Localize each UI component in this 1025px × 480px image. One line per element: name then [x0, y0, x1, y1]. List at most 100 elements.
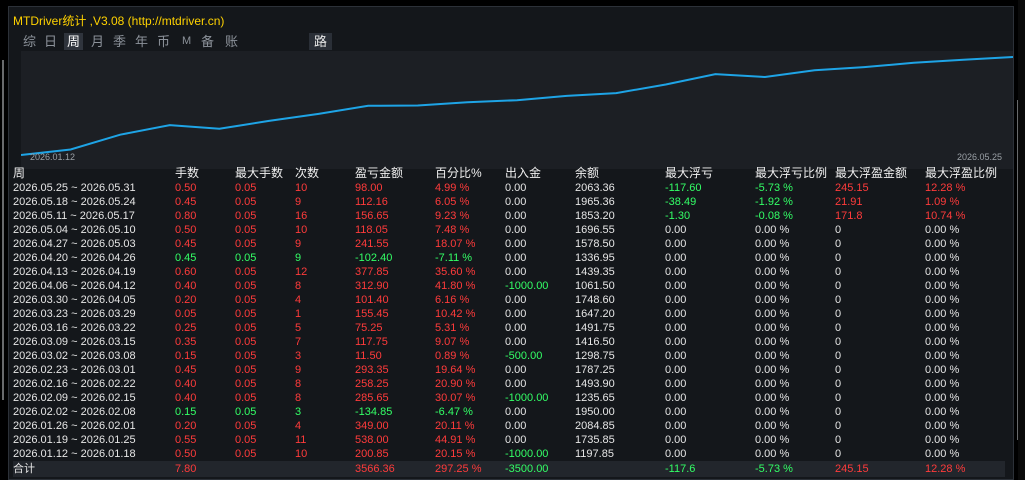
- table-row[interactable]: 2026.03.16 ~ 2026.03.22 0.25 0.05 5 75.25 5.3…: [13, 321, 1005, 335]
- table-cell: 293.35: [355, 364, 389, 376]
- tab-currency[interactable]: 币: [157, 33, 170, 50]
- table-cell: 0.00: [505, 308, 527, 320]
- table-row[interactable]: 2026.02.02 ~ 2026.02.08 0.15 0.05 3 -134.85 -…: [13, 405, 1005, 419]
- table-cell: 0.00 %: [755, 364, 790, 376]
- column-header[interactable]: 百分比%: [435, 164, 505, 181]
- table-cell: 101.40: [355, 294, 389, 306]
- column-header[interactable]: 余额: [575, 164, 665, 181]
- table-row[interactable]: 2026.04.20 ~ 2026.04.26 0.45 0.05 9 -102.40 -…: [13, 251, 1005, 265]
- table-row[interactable]: 2026.01.19 ~ 2026.01.25 0.55 0.05 11 538.00 4…: [13, 433, 1005, 447]
- table-row[interactable]: 2026.03.02 ~ 2026.03.08 0.15 0.05 3 11.50 0.8…: [13, 349, 1005, 363]
- total-cell: 245.15: [835, 461, 925, 477]
- table-cell: 2026.03.02 ~ 2026.03.08: [13, 350, 136, 362]
- table-cell: 0.00 %: [755, 322, 790, 334]
- table-cell: 0.05: [235, 182, 257, 194]
- tab-quarter[interactable]: 季: [113, 33, 126, 50]
- total-cell: 12.28 %: [925, 461, 1005, 477]
- table-cell: 11: [295, 434, 307, 446]
- table-cell: 0.00 %: [755, 448, 790, 460]
- table-cell: 0.15: [175, 406, 197, 418]
- column-header[interactable]: 周: [13, 164, 175, 181]
- table-row[interactable]: 2026.02.09 ~ 2026.02.15 0.40 0.05 8 285.65 30…: [13, 391, 1005, 405]
- table-cell: 1748.60: [575, 294, 615, 306]
- table-row[interactable]: 2026.03.23 ~ 2026.03.29 0.05 0.05 1 155.45 10…: [13, 307, 1005, 321]
- table-cell: 9: [295, 238, 302, 250]
- table-cell: 5.31 %: [435, 322, 470, 334]
- tab-year[interactable]: 年: [135, 33, 148, 50]
- table-row[interactable]: 2026.05.25 ~ 2026.05.31 0.50 0.05 10 98.00 4.…: [13, 181, 1005, 195]
- table-cell: 112.16: [355, 196, 388, 208]
- table-cell: 19.64 %: [435, 364, 476, 376]
- table-cell: 0.05: [235, 322, 257, 334]
- table-cell: 2026.01.12 ~ 2026.01.18: [13, 448, 136, 460]
- table-cell: 0.00: [505, 182, 527, 194]
- table-row[interactable]: 2026.04.13 ~ 2026.04.19 0.60 0.05 12 377.85 3…: [13, 265, 1005, 279]
- table-cell: -5.73 %: [755, 182, 793, 194]
- table-cell: 0.00: [665, 252, 687, 264]
- table-cell: 12.28 %: [925, 182, 966, 194]
- table-cell: 20.15 %: [435, 448, 476, 460]
- table-row[interactable]: 2026.01.26 ~ 2026.02.01 0.20 0.05 4 349.00 20…: [13, 419, 1005, 433]
- table-cell: 0.00 %: [925, 266, 960, 278]
- column-header[interactable]: 最大浮亏比例: [755, 164, 835, 181]
- column-header[interactable]: 最大浮盈金额: [835, 164, 925, 181]
- column-header[interactable]: 盈亏金额: [355, 164, 435, 181]
- table-cell: 0.05: [235, 336, 257, 348]
- column-header[interactable]: 次数: [295, 164, 355, 181]
- tab-week[interactable]: 周: [64, 33, 84, 50]
- table-cell: 2026.03.23 ~ 2026.03.29: [13, 308, 136, 320]
- tab-m[interactable]: M: [182, 33, 191, 50]
- column-header[interactable]: 出入金: [505, 164, 575, 181]
- tab-day[interactable]: 日: [44, 33, 57, 50]
- table-cell: 2063.36: [575, 182, 615, 194]
- table-row[interactable]: 2026.02.16 ~ 2026.02.22 0.40 0.05 8 258.25 20…: [13, 377, 1005, 391]
- table-cell: 2026.05.18 ~ 2026.05.24: [13, 196, 136, 208]
- right-scrollbar[interactable]: [1018, 0, 1025, 480]
- tab-summary[interactable]: 综: [23, 33, 36, 50]
- column-header[interactable]: 最大浮盈比例: [925, 164, 1005, 181]
- table-row[interactable]: 2026.01.12 ~ 2026.01.18 0.50 0.05 10 200.85 2…: [13, 447, 1005, 461]
- table-cell: 171.8: [835, 210, 863, 222]
- column-header[interactable]: 最大手数: [235, 164, 295, 181]
- table-cell: 0.00 %: [755, 280, 790, 292]
- table-cell: 10: [295, 182, 308, 194]
- table-cell: 18.07 %: [435, 238, 476, 250]
- table-cell: 0.05: [235, 210, 257, 222]
- table-cell: 258.25: [355, 378, 389, 390]
- table-cell: 0.00: [665, 364, 687, 376]
- table-row[interactable]: 2026.02.23 ~ 2026.03.01 0.45 0.05 9 293.35 19…: [13, 363, 1005, 377]
- table-cell: 0.45: [175, 196, 197, 208]
- table-cell: 1298.75: [575, 350, 615, 362]
- table-row[interactable]: 2026.04.06 ~ 2026.04.12 0.40 0.05 8 312.90 41…: [13, 279, 1005, 293]
- tab-note[interactable]: 备: [201, 33, 214, 50]
- table-cell: 0.50: [175, 182, 197, 194]
- table-row[interactable]: 2026.05.18 ~ 2026.05.24 0.45 0.05 9 112.16 6.…: [13, 195, 1005, 209]
- tab-path[interactable]: 路径: [309, 33, 333, 66]
- table-cell: 8: [295, 378, 302, 390]
- table-cell: 9: [295, 252, 302, 264]
- table-row[interactable]: 2026.03.30 ~ 2026.04.05 0.20 0.05 4 101.40 6.…: [13, 293, 1005, 307]
- table-row[interactable]: 2026.05.04 ~ 2026.05.10 0.50 0.05 10 118.05 7…: [13, 223, 1005, 237]
- chart-end-date: 2026.05.25: [957, 152, 1003, 162]
- table-cell: 0.50: [175, 448, 197, 460]
- tab-month[interactable]: 月: [91, 33, 104, 50]
- table-cell: 1491.75: [575, 322, 615, 334]
- table-cell: 0.00 %: [755, 266, 790, 278]
- table-cell: 0.00: [665, 406, 687, 418]
- table-cell: -38.49: [665, 196, 697, 208]
- table-cell: 20.90 %: [435, 378, 476, 390]
- table-cell: 9.07 %: [435, 336, 470, 348]
- table-row[interactable]: 2026.04.27 ~ 2026.05.03 0.45 0.05 9 241.55 18…: [13, 237, 1005, 251]
- table-row[interactable]: 2026.03.09 ~ 2026.03.15 0.35 0.05 7 117.75 9.…: [13, 335, 1005, 349]
- table-row[interactable]: 2026.05.11 ~ 2026.05.17 0.80 0.05 16 156.65 9…: [13, 209, 1005, 223]
- table-cell: 0.00: [665, 434, 687, 446]
- column-header[interactable]: 手数: [175, 164, 235, 181]
- table-cell: -6.47 %: [435, 406, 473, 418]
- table-cell: 0: [835, 434, 842, 446]
- column-header[interactable]: 最大浮亏: [665, 164, 755, 181]
- table-cell: 0.00: [505, 294, 527, 306]
- tab-account[interactable]: 账户: [225, 33, 238, 66]
- table-cell: 0.00 %: [925, 406, 960, 418]
- table-cell: 0.00 %: [755, 420, 790, 432]
- table-cell: 0.40: [175, 378, 197, 390]
